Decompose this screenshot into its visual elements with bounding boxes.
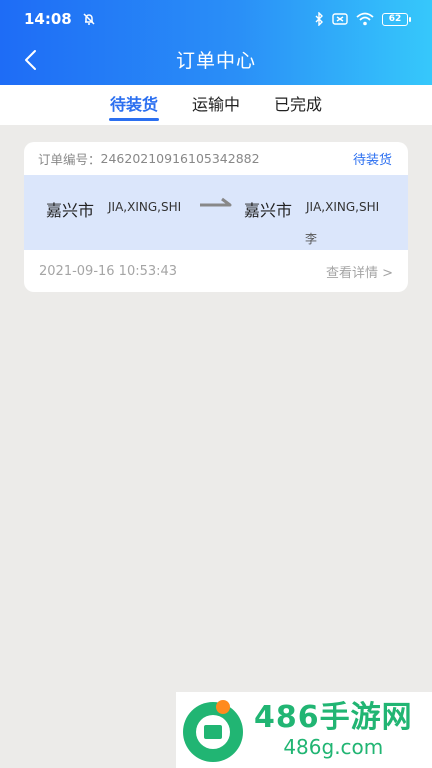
destination-pinyin: JIA,XING,SHI <box>306 200 380 214</box>
order-status-badge: 待装货 <box>352 153 392 168</box>
tab-bar: 待装货 运输中 已完成 <box>0 85 432 125</box>
order-card-header: 订单编号： 2462021091610534288 2 待装货 <box>24 142 408 175</box>
battery-icon: 62 <box>382 12 411 26</box>
recipient-name: 李 <box>305 232 318 246</box>
bluetooth-icon <box>314 12 324 26</box>
order-number-label: 订单编号： <box>38 152 101 167</box>
route-arrow-icon <box>200 196 232 215</box>
no-sim-icon <box>332 12 348 26</box>
tab-in-transit[interactable]: 运输中 <box>175 85 257 125</box>
watermark-title: 486手游网 <box>254 700 413 735</box>
view-details-link[interactable]: 查看详情 > <box>326 262 393 281</box>
order-card-footer: 2021-09-16 10:53:43 查看详情 > <box>24 250 408 292</box>
wifi-icon <box>356 12 374 26</box>
origin-city: 嘉兴市 <box>46 201 95 220</box>
order-number: 2462021091610534288 <box>100 151 252 166</box>
notification-muted-icon <box>82 12 96 26</box>
tab-pending-load[interactable]: 待装货 <box>93 85 175 125</box>
watermark: 486手游网 486g.com <box>176 692 432 768</box>
nav-bar: 订单中心 <box>0 38 432 84</box>
tab-completed[interactable]: 已完成 <box>257 85 339 125</box>
order-datetime: 2021-09-16 10:53:43 <box>39 263 178 279</box>
origin-pinyin: JIA,XING,SHI <box>108 200 182 214</box>
destination-city: 嘉兴市 <box>244 201 293 220</box>
header: 14:08 62 订单中心 <box>0 0 432 85</box>
status-bar: 14:08 62 <box>0 0 432 38</box>
status-time: 14:08 <box>24 10 72 28</box>
watermark-logo-icon <box>178 695 248 765</box>
order-card[interactable]: 订单编号： 2462021091610534288 2 待装货 嘉兴市 JIA,X… <box>24 142 408 292</box>
watermark-url: 486g.com <box>283 735 384 759</box>
order-number-suffix: 2 <box>251 151 260 166</box>
route-section: 嘉兴市 JIA,XING,SHI 嘉兴市 JIA,XING,SHI 李 <box>24 175 408 250</box>
page-title: 订单中心 <box>175 50 256 72</box>
